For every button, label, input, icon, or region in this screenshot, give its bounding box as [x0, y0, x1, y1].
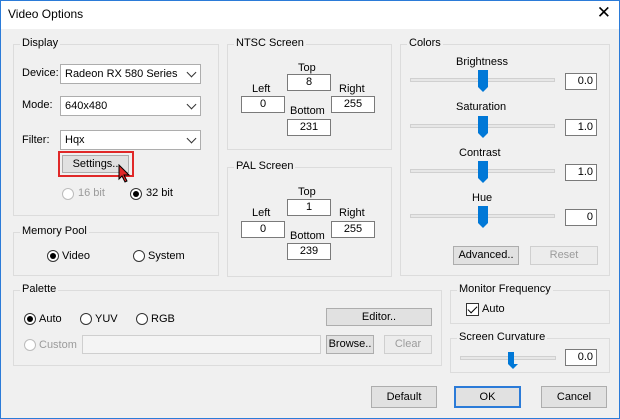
system-radio[interactable] [133, 250, 145, 262]
ntsc-right-field[interactable]: 255 [331, 96, 375, 113]
ntsc-top-field[interactable]: 8 [287, 74, 331, 91]
device-value: Radeon RX 580 Series [65, 68, 178, 80]
pal-top-field[interactable]: 1 [287, 199, 331, 216]
custom-palette-path-input[interactable] [82, 335, 321, 354]
hue-label: Hue [472, 192, 493, 204]
contrast-label: Contrast [459, 147, 501, 159]
device-label: Device: [22, 67, 59, 79]
pal-bottom-label: Bottom [290, 230, 325, 242]
video-label: Video [62, 250, 90, 262]
editor-button[interactable]: Editor.. [326, 308, 432, 326]
brightness-slider-thumb[interactable] [478, 70, 488, 92]
curvature-value[interactable]: 0.0 [565, 349, 597, 366]
reset-button[interactable]: Reset [530, 246, 598, 265]
pal-left-label: Left [252, 207, 271, 219]
mode-label: Mode: [22, 99, 53, 111]
hue-value[interactable]: 0 [565, 209, 597, 226]
yuv-radio[interactable] [80, 313, 92, 325]
browse-button[interactable]: Browse.. [326, 335, 374, 354]
curvature-slider-thumb[interactable] [508, 352, 518, 369]
pal-group-title: PAL Screen [234, 160, 296, 172]
contrast-slider-thumb[interactable] [478, 161, 488, 183]
hue-slider-thumb[interactable] [478, 206, 488, 228]
ntsc-left-field[interactable]: 0 [241, 96, 285, 113]
bit16-label: 16 bit [78, 187, 105, 199]
advanced-button[interactable]: Advanced.. [453, 246, 519, 265]
rgb-radio[interactable] [136, 313, 148, 325]
filter-select[interactable]: Hqx [60, 130, 201, 150]
pal-top-label: Top [298, 186, 316, 198]
ntsc-right-label: Right [339, 83, 365, 95]
memory-pool-group: Memory Pool [13, 225, 219, 276]
title-bar: Video Options ✕ [1, 1, 619, 29]
auto-label: Auto [39, 313, 62, 325]
brightness-label: Brightness [456, 56, 508, 68]
clear-button[interactable]: Clear [384, 335, 432, 354]
ntsc-group-title: NTSC Screen [234, 37, 306, 49]
pal-left-field[interactable]: 0 [241, 221, 285, 238]
monitor-frequency-title: Monitor Frequency [457, 283, 553, 295]
screen-curvature-title: Screen Curvature [457, 331, 548, 343]
filter-label: Filter: [22, 134, 50, 146]
custom-radio[interactable] [24, 339, 36, 351]
video-radio[interactable] [47, 250, 59, 262]
colors-group-title: Colors [407, 37, 443, 49]
video-options-window: Video Options ✕ Display Device: Radeon R… [0, 0, 620, 419]
mode-value: 640x480 [65, 100, 108, 112]
custom-label: Custom [39, 339, 77, 351]
chevron-down-icon [186, 99, 197, 110]
palette-group: Palette [13, 283, 442, 366]
ntsc-bottom-label: Bottom [290, 105, 325, 117]
pal-right-label: Right [339, 207, 365, 219]
saturation-value[interactable]: 1.0 [565, 119, 597, 136]
window-title: Video Options [8, 7, 84, 21]
saturation-slider-thumb[interactable] [478, 116, 488, 138]
rgb-label: RGB [151, 313, 175, 325]
ntsc-bottom-field[interactable]: 231 [287, 119, 331, 136]
bit16-radio[interactable] [62, 188, 74, 200]
default-button[interactable]: Default [371, 386, 437, 408]
close-icon[interactable]: ✕ [597, 4, 611, 22]
brightness-value[interactable]: 0.0 [565, 73, 597, 90]
monitor-auto-checkbox[interactable] [466, 303, 479, 316]
mouse-cursor-icon [118, 164, 131, 183]
yuv-label: YUV [95, 313, 118, 325]
memory-pool-group-title: Memory Pool [20, 225, 89, 237]
contrast-value[interactable]: 1.0 [565, 164, 597, 181]
display-group-title: Display [20, 37, 61, 49]
cancel-button[interactable]: Cancel [541, 386, 607, 408]
pal-bottom-field[interactable]: 239 [287, 243, 331, 260]
device-select[interactable]: Radeon RX 580 Series [60, 64, 201, 84]
pal-right-field[interactable]: 255 [331, 221, 375, 238]
bit32-radio[interactable] [130, 188, 142, 200]
ntsc-top-label: Top [298, 62, 316, 74]
chevron-down-icon [186, 67, 197, 78]
ntsc-left-label: Left [252, 83, 271, 95]
saturation-label: Saturation [456, 101, 507, 113]
filter-value: Hqx [65, 134, 85, 146]
system-label: System [148, 250, 185, 262]
mode-select[interactable]: 640x480 [60, 96, 201, 116]
palette-group-title: Palette [20, 283, 59, 295]
auto-radio[interactable] [24, 313, 36, 325]
chevron-down-icon [186, 133, 197, 144]
monitor-auto-label: Auto [482, 303, 505, 315]
bit32-label: 32 bit [146, 187, 173, 199]
ok-button[interactable]: OK [454, 386, 521, 408]
